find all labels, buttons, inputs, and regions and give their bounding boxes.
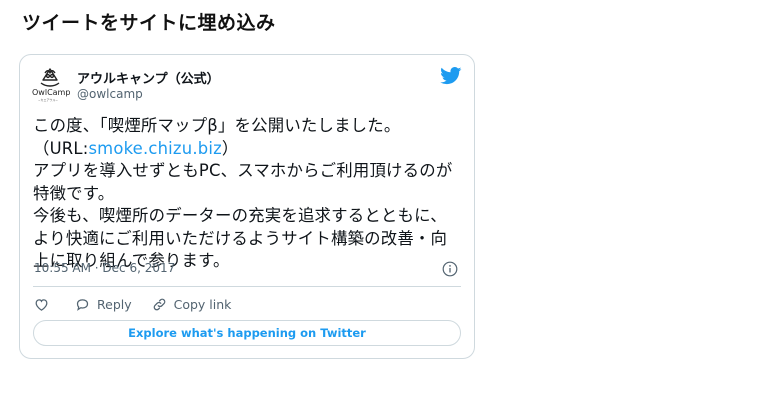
url-prefix: （URL: [33,138,89,158]
tweet-text-line: より快適にご利用いただけるようサイト構築の改善・向 [33,228,448,248]
tweet-text-line: （URL:smoke.chizu.biz） [33,138,465,161]
tweet-text-line: この度、「喫煙所マップβ」を公開いたしました。 [33,116,401,135]
url-suffix: ） [221,138,239,158]
tweet-actions: Reply Copy link [34,295,231,313]
heart-icon [35,298,48,311]
display-name[interactable]: アウルキャンプ（公式） [77,68,220,87]
tweet-timestamp[interactable]: 10:55 AM · Dec 6, 2017 [34,261,175,275]
tweet-text-line: アプリを導入せずともPC、スマホからご利用頂けるのが [33,161,453,180]
tweet-url-link[interactable]: smoke.chizu.biz [88,139,221,158]
tweet-text-line: 特徴です。 [33,183,115,203]
avatar-sub-text: ~カエアウル~ [38,98,59,102]
avatar[interactable]: OwlCamp ~カエアウル~ [32,67,71,103]
tweet-text-line: 今後も、喫煙所のデーターの充実を追求するとともに、 [33,206,447,225]
like-button[interactable] [34,297,49,312]
owl-logo-icon [40,68,60,87]
link-icon [153,298,165,310]
twitter-bird-icon[interactable] [440,67,462,85]
reply-button[interactable]: Reply [75,297,132,312]
reply-bubble-icon [76,298,89,311]
tweet-text: この度、「喫煙所マップβ」を公開いたしました。 （URL:smoke.chizu… [33,115,465,273]
page-title: ツイートをサイトに埋め込み [22,12,276,34]
handle[interactable]: @owlcamp [77,87,143,101]
reply-label: Reply [97,296,132,312]
info-icon[interactable] [442,261,458,277]
avatar-logo-text: OwlCamp [32,88,71,97]
copy-link-label: Copy link [173,296,232,312]
explore-twitter-button[interactable]: Explore what's happening on Twitter [33,320,461,346]
embedded-tweet[interactable]: OwlCamp ~カエアウル~ アウルキャンプ（公式） @owlcamp この度… [19,54,475,359]
divider [33,286,461,287]
copy-link-button[interactable]: Copy link [152,296,232,312]
